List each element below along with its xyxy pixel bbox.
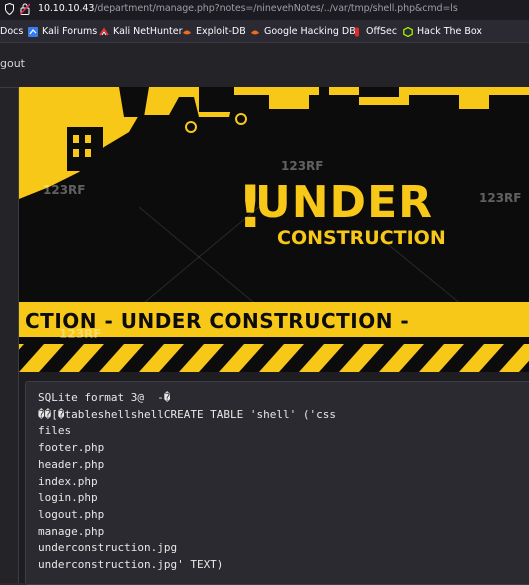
bookmark-label: Google Hacking DB (264, 26, 356, 37)
bookmarks-bar: Docs Kali Forums Kali NetHunter Exploit-… (0, 22, 529, 43)
insecure-lock-icon[interactable] (20, 3, 30, 15)
watermark: 123RF (43, 183, 86, 197)
content-frame: CTION - UNDER CONSTRUCTION - ! UNDER CON… (18, 87, 529, 585)
construction-text: CONSTRUCTION (277, 227, 446, 249)
bookmark-offsec[interactable]: OffSec (352, 26, 397, 37)
bookmark-google-hacking-db[interactable]: Google Hacking DB (250, 26, 356, 37)
url-text[interactable]: 10.10.10.43/department/manage.php?notes=… (38, 3, 458, 14)
kali-icon (28, 26, 38, 37)
htb-icon (403, 26, 413, 37)
bookmark-kali-forums[interactable]: Kali Forums (28, 26, 97, 37)
bookmark-label: Docs (0, 26, 24, 37)
shield-icon[interactable] (5, 3, 14, 15)
bookmark-hack-the-box[interactable]: Hack The Box (403, 26, 482, 37)
nethunter-icon (99, 27, 109, 35)
bookmark-kali-nethunter[interactable]: Kali NetHunter (99, 26, 183, 37)
watermark: 123RF (479, 191, 522, 205)
url-bar[interactable]: 10.10.10.43/department/manage.php?notes=… (0, 0, 529, 20)
bookmark-exploit-db[interactable]: Exploit-DB (182, 26, 246, 37)
watermark: 123RF (281, 159, 324, 173)
logout-link[interactable]: gout (0, 57, 25, 70)
bookmark-docs[interactable]: Docs (0, 26, 23, 37)
page-content: gout CTION - UNDER CONSTRUCTION - ! UNDE… (0, 43, 529, 585)
bookmark-label: Hack The Box (417, 26, 483, 37)
under-text: UNDER (255, 177, 434, 228)
url-path: /department/manage.php?notes=/ninevehNot… (94, 3, 458, 14)
under-construction-image: CTION - UNDER CONSTRUCTION - ! UNDER CON… (19, 87, 529, 372)
exploitdb-icon (183, 30, 191, 34)
bookmark-label: Kali NetHunter (113, 26, 183, 37)
watermark: 123RF (59, 327, 102, 341)
command-output-box: SQLite format 3@ -� ��[�tableshellshellC… (25, 381, 529, 585)
url-host: 10.10.10.43 (38, 3, 95, 14)
bookmark-label: OffSec (366, 26, 398, 37)
command-output: SQLite format 3@ -� ��[�tableshellshellC… (38, 391, 337, 572)
ghdb-icon (251, 30, 259, 34)
offsec-icon (355, 27, 359, 36)
bookmark-label: Exploit-DB (196, 26, 246, 37)
bookmark-label: Kali Forums (42, 26, 98, 37)
